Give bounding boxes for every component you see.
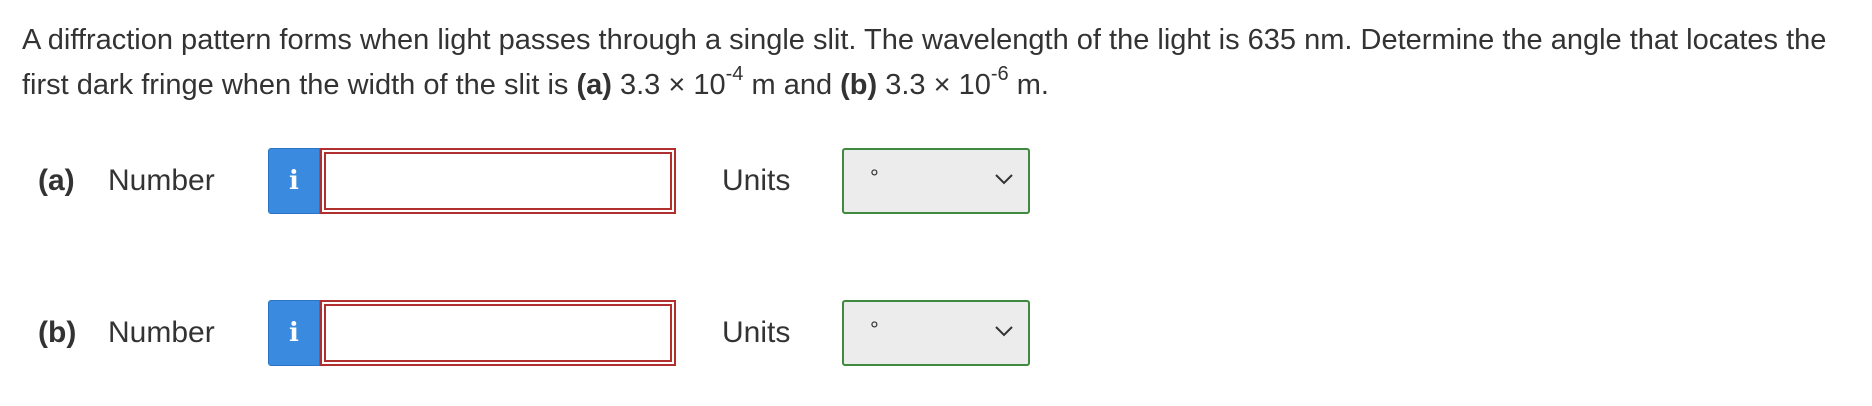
question-part-b-label: (b) (840, 69, 878, 101)
units-select-b[interactable]: ° (842, 300, 1030, 366)
units-label-a: Units (722, 164, 791, 197)
answer-row-a: (a) Number i Units ° (0, 148, 1100, 214)
chevron-down-icon (995, 326, 1013, 337)
question-part-a-exponent: -4 (725, 63, 744, 86)
units-select-a[interactable]: ° (842, 148, 1030, 214)
units-selected-value-b: ° (870, 317, 879, 342)
question-part-a-value: 3.3 × 10 (611, 69, 726, 101)
question-ending: m. (1008, 69, 1049, 101)
units-selected-value-a: ° (870, 165, 879, 190)
question-part-a-label: (a) (576, 69, 612, 101)
number-label-a: Number (108, 164, 215, 197)
answer-row-b: (b) Number i Units ° (0, 300, 1100, 366)
question-connector: m and (743, 69, 841, 101)
question-part-b-value: 3.3 × 10 (877, 69, 991, 101)
question-text: A diffraction pattern forms when light p… (22, 18, 1852, 108)
number-label-b: Number (108, 316, 215, 349)
part-a-label: (a) (38, 164, 75, 197)
part-b-label: (b) (38, 316, 77, 349)
question-part-b-exponent: -6 (990, 63, 1009, 86)
number-input-b[interactable] (320, 300, 676, 366)
number-input-a[interactable] (320, 148, 676, 214)
chevron-down-icon (995, 174, 1013, 185)
units-label-b: Units (722, 316, 791, 349)
info-icon[interactable]: i (268, 300, 320, 366)
info-icon[interactable]: i (268, 148, 320, 214)
